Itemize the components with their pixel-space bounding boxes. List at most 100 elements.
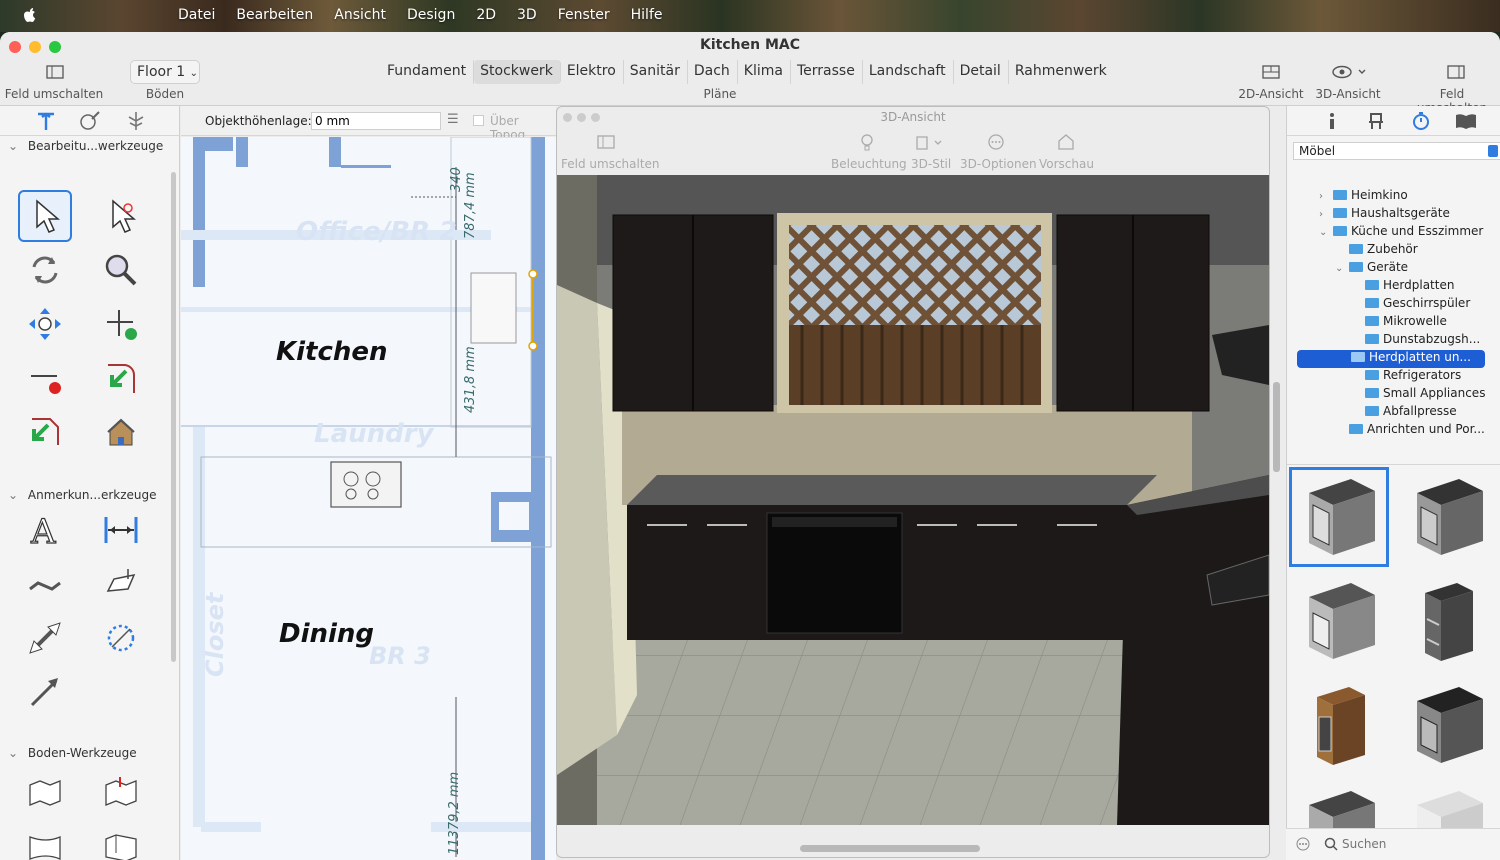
category-select[interactable]: Möbel [1293, 142, 1500, 160]
select-objects-tool[interactable] [18, 190, 72, 242]
tab-terrasse[interactable]: Terrasse [791, 60, 863, 84]
tree-item-mikrowelle[interactable]: Mikrowelle [1351, 314, 1500, 332]
delete-point-tool[interactable] [18, 352, 72, 404]
menu-fenster[interactable]: Fenster [558, 7, 610, 23]
library-item-range-3[interactable] [1289, 571, 1389, 671]
3d-toggle-panel-button[interactable]: Feld umschalten [561, 157, 660, 171]
library-item-double-oven[interactable] [1397, 571, 1497, 671]
menu-hilfe[interactable]: Hilfe [631, 7, 663, 23]
paint-tools-icon[interactable] [78, 109, 102, 133]
apple-icon[interactable] [22, 7, 38, 23]
tab-dach[interactable]: Dach [688, 60, 738, 84]
topo-checkbox[interactable] [473, 115, 484, 126]
tree-item-dunstabzug[interactable]: Dunstabzugsh... [1351, 332, 1500, 350]
tree-item-refrigerators[interactable]: Refrigerators [1351, 368, 1500, 386]
marker-tool[interactable] [94, 558, 148, 610]
lighting-button[interactable]: Beleuchtung [831, 157, 907, 171]
tab-klima[interactable]: Klima [738, 60, 791, 84]
tab-fundament[interactable]: Fundament [381, 60, 475, 84]
tab-sanitaer[interactable]: Sanitär [624, 60, 688, 84]
section-annotation-tools[interactable]: ⌄ Anmerkun...erkzeuge [8, 488, 157, 502]
3d-horizontal-scrollbar[interactable] [800, 845, 980, 852]
select-wall-tool[interactable] [94, 190, 148, 242]
library-item-wall-oven-wood[interactable] [1289, 675, 1389, 775]
line-tool[interactable] [18, 666, 72, 718]
callout-tool[interactable] [18, 558, 72, 610]
tree-item-herdplatten[interactable]: Herdplatten [1351, 278, 1500, 296]
library-item-range-2[interactable] [1397, 467, 1497, 567]
floor-room-tool[interactable] [18, 768, 72, 820]
tab-landschaft[interactable]: Landschaft [863, 60, 954, 84]
tab-stockwerk[interactable]: Stockwerk [474, 60, 561, 84]
room-label-kitchen[interactable]: Kitchen [276, 337, 388, 367]
tab-elektro[interactable]: Elektro [561, 60, 624, 84]
3d-view-button[interactable]: 3D-Ansicht [1310, 87, 1386, 101]
tree-item-heimkino[interactable]: › Heimkino [1319, 188, 1500, 206]
tree-item-abfallpresse[interactable]: Abfallpresse [1351, 404, 1500, 422]
library-item-range-4[interactable] [1397, 675, 1497, 775]
tree-item-geraete[interactable]: ⌄ Geräte [1335, 260, 1500, 278]
join-tool[interactable] [18, 406, 72, 458]
tab-detail[interactable]: Detail [954, 60, 1009, 84]
3d-kitchen-render[interactable] [557, 175, 1269, 825]
sidebar-right-toggle-icon[interactable] [1447, 65, 1465, 79]
menu-ansicht[interactable]: Ansicht [334, 7, 386, 23]
rotate-tool[interactable] [18, 244, 72, 296]
plan-view-icon[interactable] [1262, 65, 1280, 79]
chair-icon[interactable] [1367, 112, 1385, 130]
landscape-tools-icon[interactable] [124, 109, 148, 133]
dimension-tool[interactable] [94, 504, 148, 556]
book-icon[interactable] [1455, 112, 1477, 130]
section-edit-tools[interactable]: ⌄ Bearbeitu...werkzeuge [8, 139, 163, 153]
menu-bearbeiten[interactable]: Bearbeiten [236, 7, 313, 23]
tools-scrollbar[interactable] [171, 172, 176, 662]
ellipsis-circle-icon[interactable] [1296, 837, 1310, 851]
menu-3d[interactable]: 3D [517, 7, 537, 23]
build-tools-icon[interactable] [34, 109, 58, 133]
3d-style-icon[interactable] [915, 133, 945, 153]
floor-room-add-tool[interactable] [94, 768, 148, 820]
sidebar-toggle-icon[interactable] [46, 65, 64, 79]
ellipsis-circle-icon[interactable] [987, 133, 1005, 151]
floor-box-tool[interactable] [94, 820, 148, 860]
2d-view-button[interactable]: 2D-Ansicht [1232, 87, 1310, 101]
arrow-tool[interactable] [18, 612, 72, 664]
tree-item-kueche[interactable]: ⌄ Küche und Esszimmer [1319, 224, 1500, 242]
tab-rahmenwerk[interactable]: Rahmenwerk [1009, 60, 1114, 84]
info-icon[interactable] [1325, 112, 1339, 130]
revision-cloud-tool[interactable] [94, 612, 148, 664]
3d-vertical-scrollbar[interactable] [1273, 382, 1280, 472]
sidebar-toggle-icon[interactable] [597, 135, 615, 149]
room-label-dining[interactable]: Dining [279, 619, 374, 649]
light-bulb-icon[interactable] [859, 133, 875, 153]
add-point-tool[interactable] [94, 298, 148, 350]
library-search-input[interactable] [1342, 835, 1492, 853]
tree-item-zubehoer[interactable]: Zubehör [1335, 242, 1500, 260]
toggle-left-panel-button[interactable]: Feld umschalten [0, 87, 108, 101]
list-icon[interactable]: ☰ [447, 112, 459, 127]
library-item-range-1[interactable] [1289, 467, 1389, 567]
tree-item-geschirrspueler[interactable]: Geschirrspüler [1351, 296, 1500, 314]
house-outline-icon[interactable] [1057, 133, 1075, 151]
menu-design[interactable]: Design [407, 7, 455, 23]
menu-datei[interactable]: Datei [178, 7, 215, 23]
menu-2d[interactable]: 2D [476, 7, 496, 23]
floor-plan-view[interactable]: Office/BR 2 Kitchen Laundry Dining BR 3 … [181, 137, 556, 860]
pan-tool[interactable] [18, 298, 72, 350]
house-tool[interactable] [94, 406, 148, 458]
section-floor-tools[interactable]: ⌄ Boden-Werkzeuge [8, 746, 137, 760]
text-tool[interactable]: A [18, 504, 72, 556]
eye-icon[interactable] [1332, 65, 1368, 79]
tree-item-anrichten[interactable]: Anrichten und Por... [1335, 422, 1500, 440]
zoom-tool[interactable] [94, 244, 148, 296]
tree-item-herdplatten-un[interactable]: Herdplatten un... [1297, 350, 1485, 368]
3d-style-button[interactable]: 3D-Stil [911, 157, 951, 171]
3d-options-button[interactable]: 3D-Optionen [960, 157, 1037, 171]
floor-select[interactable]: Floor 1 ⌄ [130, 60, 200, 84]
height-input[interactable] [311, 112, 441, 130]
tree-item-small-appliances[interactable]: Small Appliances [1351, 386, 1500, 404]
timer-icon[interactable] [1411, 111, 1431, 131]
floor-curve-tool[interactable] [18, 820, 72, 860]
preview-button[interactable]: Vorschau [1039, 157, 1094, 171]
corner-tool[interactable] [94, 352, 148, 404]
